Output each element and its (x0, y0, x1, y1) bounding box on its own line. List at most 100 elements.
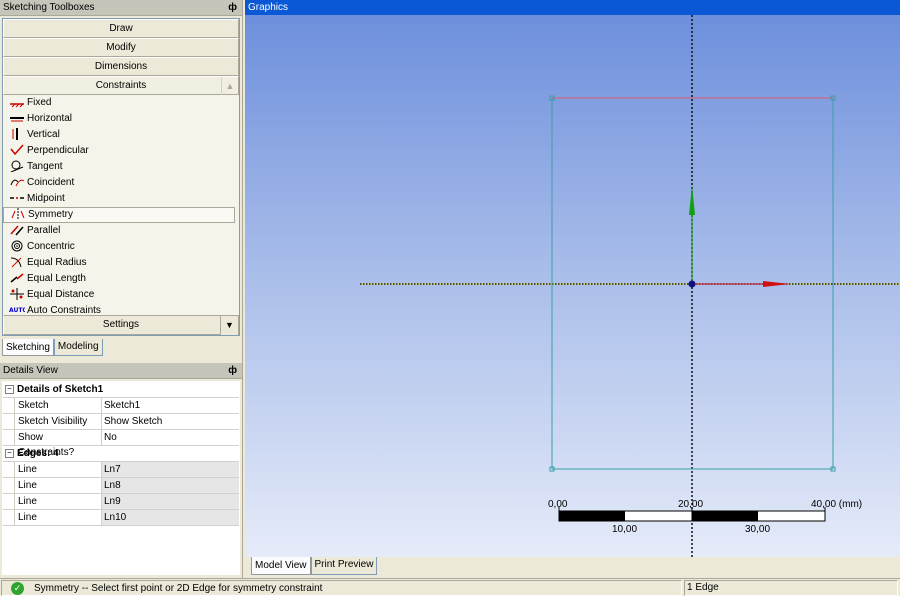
status-message: Symmetry -- Select first point or 2D Edg… (34, 582, 323, 594)
details-title: Details View (3, 365, 58, 376)
draw-toolbox-header[interactable]: Draw (3, 19, 239, 38)
x-axis-arrow-icon (763, 281, 790, 287)
equal-radius-icon (9, 256, 26, 270)
scale-segment (559, 511, 625, 521)
constraint-label: Equal Distance (27, 289, 95, 300)
graphics-viewport[interactable]: 0,00 20,00 40,00 (mm) 10,00 30,00 (245, 15, 900, 557)
symmetry-icon (10, 208, 27, 222)
tab-model-view[interactable]: Model View (251, 557, 311, 575)
vertical-icon (9, 128, 26, 142)
details-value[interactable]: Ln9 (102, 494, 239, 509)
view-tabs: Model View Print Preview (251, 557, 378, 576)
details-key: Sketch (14, 398, 102, 413)
details-value[interactable]: Show Sketch (102, 414, 239, 429)
details-key: Line (14, 462, 102, 477)
pin-icon[interactable]: ф (228, 0, 237, 15)
dimensions-toolbox-header[interactable]: Dimensions (3, 57, 239, 76)
constraint-fixed[interactable]: Fixed (3, 95, 239, 111)
constraint-parallel[interactable]: Parallel (3, 223, 239, 239)
status-bar: ✓ Symmetry -- Select first point or 2D E… (0, 578, 900, 596)
constraint-label: Fixed (27, 97, 52, 108)
parallel-icon (9, 224, 26, 238)
pin-icon[interactable]: ф (228, 363, 237, 378)
chevron-down-icon[interactable]: ▼ (220, 316, 238, 335)
scroll-up-icon[interactable]: ▲ (221, 77, 238, 95)
scale-label-30: 30,00 (745, 524, 771, 535)
fixed-icon (9, 96, 26, 110)
constraint-horizontal[interactable]: Horizontal (3, 111, 239, 127)
toolbox-panel-title: Sketching Toolboxes ф (0, 0, 242, 16)
details-key: Show Constraints? (14, 430, 102, 458)
checkmark-icon: ✓ (11, 581, 24, 595)
constraint-label: Parallel (27, 225, 61, 236)
details-row[interactable]: Line Ln10 (3, 510, 239, 526)
constraint-label: Equal Radius (27, 257, 87, 268)
details-key: Line (14, 510, 102, 525)
details-rows-edges: Line Ln7 Line Ln8 Line Ln9 Line Ln10 (3, 462, 239, 526)
auto-constraints-icon: AUTO (9, 304, 28, 315)
constraint-vertical[interactable]: Vertical (3, 127, 239, 143)
modify-toolbox-header[interactable]: Modify (3, 38, 239, 57)
coincident-icon (9, 176, 26, 190)
details-row[interactable]: Line Ln7 (3, 462, 239, 478)
details-key: Line (14, 478, 102, 493)
details-value[interactable]: Ln10 (102, 510, 239, 525)
constraint-equal-length[interactable]: Equal Length (3, 271, 239, 287)
collapse-icon[interactable]: − (5, 385, 14, 394)
constraint-label: Concentric (27, 241, 75, 252)
constraint-label: Midpoint (27, 193, 65, 204)
selection-count: 1 Edge (684, 580, 898, 596)
origin-point (688, 280, 696, 288)
constraint-label: Horizontal (27, 113, 73, 124)
details-row[interactable]: Sketch Sketch1 (3, 398, 239, 414)
details-row[interactable]: Show Constraints? No (3, 430, 239, 458)
scale-segment (692, 511, 758, 521)
scale-label-0: 0,00 (548, 499, 568, 510)
equal-length-icon (9, 272, 26, 286)
scale-label-10: 10,00 (612, 524, 638, 535)
toolbox-title: Sketching Toolboxes (3, 2, 95, 13)
details-row[interactable]: Line Ln9 (3, 494, 239, 510)
settings-header-label: Settings (102, 319, 140, 330)
sketch-canvas[interactable] (245, 15, 900, 557)
constraint-label: Tangent (27, 161, 63, 172)
constraint-tangent[interactable]: Tangent (3, 159, 239, 175)
midpoint-icon (9, 192, 26, 206)
details-group-label: Details of Sketch1 (17, 384, 104, 395)
constraint-label: Auto Constraints (27, 305, 101, 315)
constraint-label: Coincident (27, 177, 75, 188)
constraint-symmetry[interactable]: Symmetry (3, 207, 235, 223)
horizontal-icon (9, 112, 26, 126)
settings-toolbox-header[interactable]: Settings ▼ (3, 315, 239, 335)
constraint-concentric[interactable]: Concentric (3, 239, 239, 255)
details-value[interactable]: Ln7 (102, 462, 239, 477)
details-row[interactable]: Sketch Visibility Show Sketch (3, 414, 239, 430)
tab-print-preview[interactable]: Print Preview (310, 557, 378, 575)
constraints-toolbox-header[interactable]: Constraints ▲ (3, 76, 239, 95)
constraint-label: Vertical (27, 129, 60, 140)
constraint-coincident[interactable]: Coincident (3, 175, 239, 191)
constraint-auto-constraints[interactable]: AUTO Auto Constraints (3, 303, 239, 315)
details-value[interactable]: No (102, 430, 239, 445)
collapse-icon[interactable]: − (5, 449, 14, 458)
details-value[interactable]: Sketch1 (102, 398, 239, 413)
constraint-equal-radius[interactable]: Equal Radius (3, 255, 239, 271)
constraint-equal-distance[interactable]: Equal Distance (3, 287, 239, 303)
details-group-sketch[interactable]: − Details of Sketch1 (3, 382, 239, 398)
details-key: Line (14, 494, 102, 509)
y-axis-arrow-icon (689, 185, 695, 215)
details-value[interactable]: Ln8 (102, 478, 239, 493)
details-rows-sketch: Sketch Sketch1 Sketch Visibility Show Sketc… (3, 398, 239, 458)
toolbox-tabs: Sketching Modeling (2, 339, 103, 356)
details-row[interactable]: Line Ln8 (3, 478, 239, 494)
details-panel-title: Details View ф (0, 363, 242, 379)
perpendicular-icon (9, 144, 26, 158)
left-panel: Sketching Toolboxes ф Draw Modify Dimens… (0, 0, 243, 578)
constraint-midpoint[interactable]: Midpoint (3, 191, 239, 207)
sketching-toolbox: Draw Modify Dimensions Constraints ▲ Fix… (2, 18, 240, 336)
details-group-edges[interactable]: − Edges: 4 (3, 446, 239, 462)
tab-sketching[interactable]: Sketching (2, 339, 54, 356)
constraint-perpendicular[interactable]: Perpendicular (3, 143, 239, 159)
tab-modeling[interactable]: Modeling (53, 339, 103, 356)
status-message-panel: ✓ Symmetry -- Select first point or 2D E… (1, 580, 682, 596)
